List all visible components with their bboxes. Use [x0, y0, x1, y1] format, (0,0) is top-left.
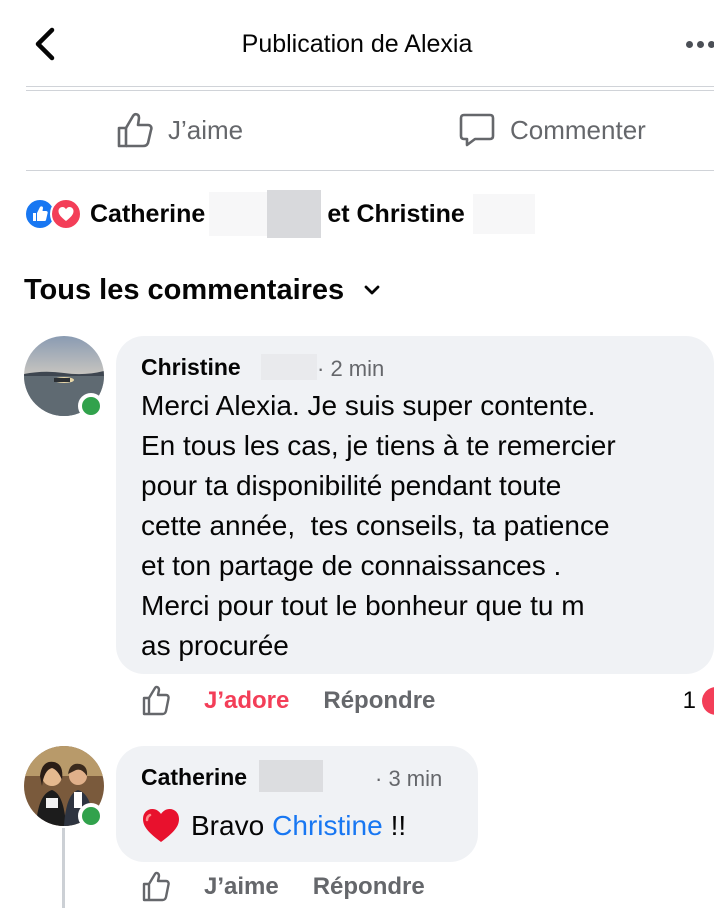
comment-time: · 2 min: [317, 356, 385, 381]
comment-text: Merci Alexia. Je suis super contente. En…: [141, 390, 616, 661]
like-button[interactable]: J’aime: [116, 110, 243, 150]
reply-button[interactable]: Répondre: [313, 873, 425, 901]
redacted-area: [259, 760, 323, 792]
top-bar: Publication de Alexia: [0, 0, 714, 88]
comment-text: Bravo Christine !!: [141, 806, 406, 846]
divider: [26, 86, 714, 87]
reactor-name: Catherine: [90, 199, 206, 228]
like-label: J’aime: [168, 114, 244, 145]
divider: [26, 90, 714, 91]
redacted-area: [472, 194, 535, 234]
online-status-indicator: [78, 803, 104, 829]
chevron-down-icon: [364, 285, 380, 295]
thread-line: [62, 828, 65, 908]
more-dots-icon: [686, 41, 693, 48]
reaction-count[interactable]: 1: [683, 687, 696, 715]
page-title: Publication de Alexia: [241, 30, 473, 58]
love-reaction-button[interactable]: J’adore: [204, 687, 289, 715]
comment-bubble[interactable]: Catherine · 3 min Bravo Christine !!: [116, 746, 478, 862]
comment-icon: [459, 113, 495, 147]
more-options-button[interactable]: [684, 38, 714, 52]
comment-author[interactable]: Catherine: [141, 764, 247, 791]
comment-author[interactable]: Christine: [141, 354, 241, 381]
comment-text-prefix: Bravo: [191, 810, 265, 841]
reactor-name: et Christine: [327, 199, 465, 228]
reply-button[interactable]: Répondre: [323, 687, 435, 715]
online-status-indicator: [78, 393, 104, 419]
love-icon: [50, 198, 82, 230]
comment-time: · 3 min: [375, 766, 443, 791]
red-heart-icon: [143, 809, 179, 842]
love-icon: [702, 687, 714, 715]
reactions-summary[interactable]: Catherine et Christine: [24, 190, 535, 238]
reaction-picker-icon[interactable]: [140, 870, 172, 904]
comment-text-suffix: !!: [390, 810, 407, 841]
redacted-area: [261, 354, 317, 380]
comment-actions: J’adore Répondre 1: [140, 684, 714, 718]
redacted-area: [209, 192, 268, 236]
like-reaction-button[interactable]: J’aime: [204, 873, 279, 901]
reaction-picker-icon[interactable]: [140, 684, 172, 718]
comment-label: Commenter: [510, 114, 646, 145]
comments-section-title: Tous les commentaires: [24, 273, 345, 306]
comments-filter[interactable]: Tous les commentaires: [24, 270, 380, 310]
comment-bubble[interactable]: Christine · 2 min Merci Alexia. Je suis …: [116, 336, 714, 674]
mention-link[interactable]: Christine: [272, 810, 382, 842]
redacted-area: [267, 190, 322, 238]
comment-actions: J’aime Répondre: [140, 870, 425, 904]
post-action-bar: J’aime Commenter: [0, 92, 714, 172]
divider: [26, 170, 714, 171]
thumbs-up-icon: [117, 112, 153, 148]
comment-button[interactable]: Commenter: [458, 110, 646, 150]
